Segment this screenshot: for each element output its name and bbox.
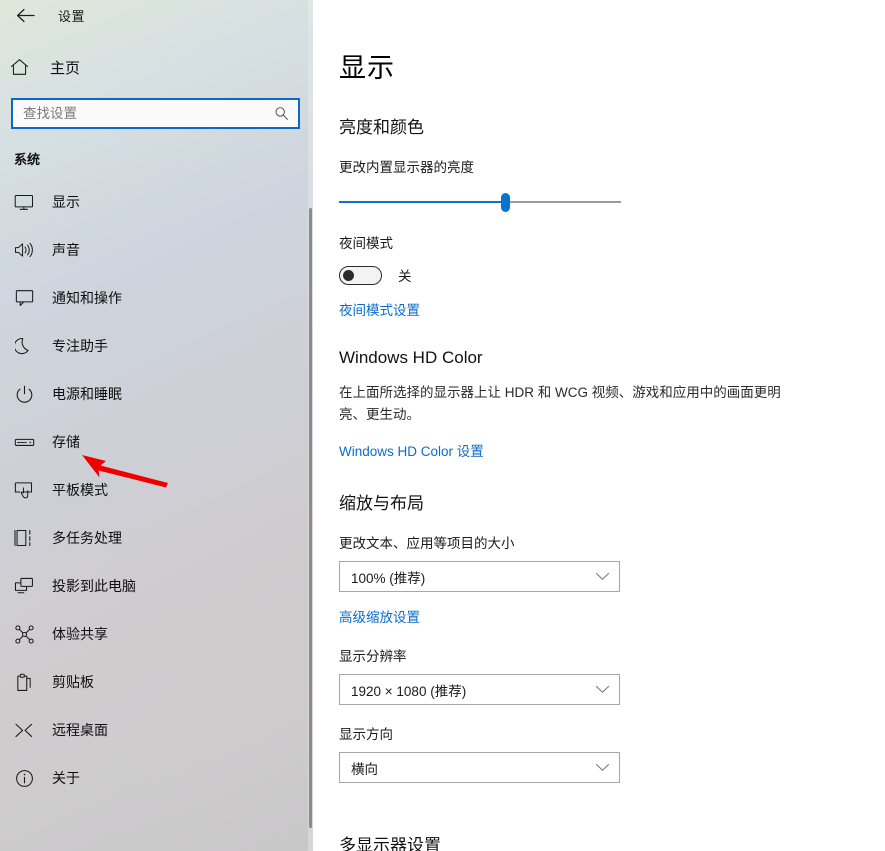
orientation-dropdown-label: 显示方向 bbox=[339, 727, 393, 742]
sidebar-item-project[interactable]: 投影到此电脑 bbox=[0, 562, 313, 610]
night-mode-state: 关 bbox=[398, 269, 412, 284]
brightness-slider-label: 更改内置显示器的亮度 bbox=[339, 160, 474, 175]
night-mode-settings-link[interactable]: 夜间模式设置 bbox=[339, 299, 420, 319]
sidebar-item-display-label: 显示 bbox=[52, 194, 80, 210]
sidebar-item-multitasking[interactable]: 多任务处理 bbox=[0, 514, 313, 562]
sidebar-item-shared-experiences[interactable]: 体验共享 bbox=[0, 610, 313, 658]
sidebar-item-notifications-label: 通知和操作 bbox=[52, 290, 122, 306]
night-mode-toggle-row: 关 bbox=[339, 265, 885, 285]
resolution-dropdown-label: 显示分辨率 bbox=[339, 649, 407, 664]
toggle-knob bbox=[343, 269, 354, 281]
multi-display-heading: 多显示器设置 bbox=[339, 836, 441, 851]
sidebar-item-display[interactable]: 显示 bbox=[0, 178, 313, 226]
home-icon bbox=[10, 58, 40, 76]
sidebar: 设置 主页 系统 bbox=[0, 0, 313, 851]
sidebar-item-home[interactable]: 主页 bbox=[0, 50, 313, 84]
sidebar-item-project-label: 投影到此电脑 bbox=[52, 578, 136, 594]
page-title: 显示 bbox=[339, 53, 395, 83]
sidebar-item-multitasking-label: 多任务处理 bbox=[52, 530, 122, 546]
advanced-scaling-link[interactable]: 高级缩放设置 bbox=[339, 606, 420, 626]
sidebar-item-clipboard[interactable]: 剪贴板 bbox=[0, 658, 313, 706]
scale-dropdown-value: 100% (推荐) bbox=[351, 570, 426, 586]
sidebar-section-label: 系统 bbox=[14, 152, 41, 167]
sidebar-item-about[interactable]: 关于 bbox=[0, 754, 313, 802]
resolution-dropdown[interactable]: 1920 × 1080 (推荐) bbox=[339, 674, 620, 705]
settings-window: 设置 主页 系统 bbox=[0, 0, 885, 851]
speaker-icon bbox=[10, 241, 38, 259]
chevron-down-icon bbox=[595, 763, 610, 772]
tablet-icon bbox=[10, 481, 38, 500]
sidebar-item-tablet-mode-label: 平板模式 bbox=[52, 482, 108, 498]
sidebar-item-notifications[interactable]: 通知和操作 bbox=[0, 274, 313, 322]
sidebar-item-shared-experiences-label: 体验共享 bbox=[52, 626, 108, 642]
sidebar-item-storage-label: 存储 bbox=[52, 434, 80, 450]
sidebar-item-sound[interactable]: 声音 bbox=[0, 226, 313, 274]
chevron-down-icon bbox=[595, 572, 610, 581]
search-container bbox=[11, 98, 303, 129]
sidebar-header: 设置 bbox=[0, 0, 313, 30]
search-box[interactable] bbox=[11, 98, 300, 129]
info-icon bbox=[10, 769, 38, 788]
hd-color-settings-link[interactable]: Windows HD Color 设置 bbox=[339, 440, 484, 460]
clipboard-icon bbox=[10, 673, 38, 692]
brightness-section-heading: 亮度和颜色 bbox=[339, 118, 424, 137]
chevron-down-icon bbox=[595, 685, 610, 694]
power-icon bbox=[10, 385, 38, 404]
sidebar-scrollbar-thumb[interactable] bbox=[309, 208, 312, 828]
sidebar-item-power-sleep[interactable]: 电源和睡眠 bbox=[0, 370, 313, 418]
search-input[interactable] bbox=[23, 100, 272, 127]
brightness-slider[interactable] bbox=[339, 190, 621, 214]
sidebar-item-storage[interactable]: 存储 bbox=[0, 418, 313, 466]
share-icon bbox=[10, 624, 38, 644]
project-icon bbox=[10, 577, 38, 595]
sidebar-item-tablet-mode[interactable]: 平板模式 bbox=[0, 466, 313, 514]
main-content: 显示 亮度和颜色 更改内置显示器的亮度 夜间模式 关 夜间模式设置 Window… bbox=[313, 0, 885, 851]
storage-icon bbox=[10, 437, 38, 448]
sidebar-nav-list: 显示 声音 通知和操作 专注助手 电源和睡眠 存储 平板模式 多任务处理 投影到… bbox=[0, 178, 313, 802]
night-mode-label: 夜间模式 bbox=[339, 236, 393, 251]
sidebar-item-focus-assist[interactable]: 专注助手 bbox=[0, 322, 313, 370]
back-arrow-icon[interactable] bbox=[8, 0, 42, 30]
multitask-icon bbox=[10, 529, 38, 548]
scale-dropdown-label: 更改文本、应用等项目的大小 bbox=[339, 536, 515, 551]
hd-color-description: 在上面所选择的显示器上让 HDR 和 WCG 视频、游戏和应用中的画面更明亮、更… bbox=[339, 385, 781, 422]
sidebar-item-power-sleep-label: 电源和睡眠 bbox=[52, 386, 122, 402]
sidebar-item-clipboard-label: 剪贴板 bbox=[52, 674, 94, 690]
slider-fill bbox=[339, 201, 507, 203]
app-title: 设置 bbox=[58, 8, 86, 24]
remote-desktop-icon bbox=[10, 722, 38, 739]
notification-icon bbox=[10, 289, 38, 307]
sidebar-item-home-label: 主页 bbox=[50, 59, 81, 77]
resolution-dropdown-value: 1920 × 1080 (推荐) bbox=[351, 683, 467, 699]
scale-section-heading: 缩放与布局 bbox=[339, 494, 424, 513]
sidebar-item-sound-label: 声音 bbox=[52, 242, 80, 258]
moon-icon bbox=[10, 337, 38, 356]
sidebar-item-about-label: 关于 bbox=[52, 770, 80, 786]
night-mode-toggle[interactable] bbox=[339, 265, 382, 285]
sidebar-item-focus-assist-label: 专注助手 bbox=[52, 338, 108, 354]
sidebar-item-remote-desktop-label: 远程桌面 bbox=[52, 722, 108, 738]
scale-dropdown[interactable]: 100% (推荐) bbox=[339, 561, 620, 592]
search-icon[interactable] bbox=[272, 105, 290, 123]
hd-color-section-heading: Windows HD Color bbox=[339, 348, 483, 367]
slider-thumb[interactable] bbox=[501, 193, 510, 212]
orientation-dropdown[interactable]: 横向 bbox=[339, 752, 620, 783]
monitor-icon bbox=[10, 194, 38, 211]
sidebar-item-remote-desktop[interactable]: 远程桌面 bbox=[0, 706, 313, 754]
orientation-dropdown-value: 横向 bbox=[351, 761, 378, 777]
